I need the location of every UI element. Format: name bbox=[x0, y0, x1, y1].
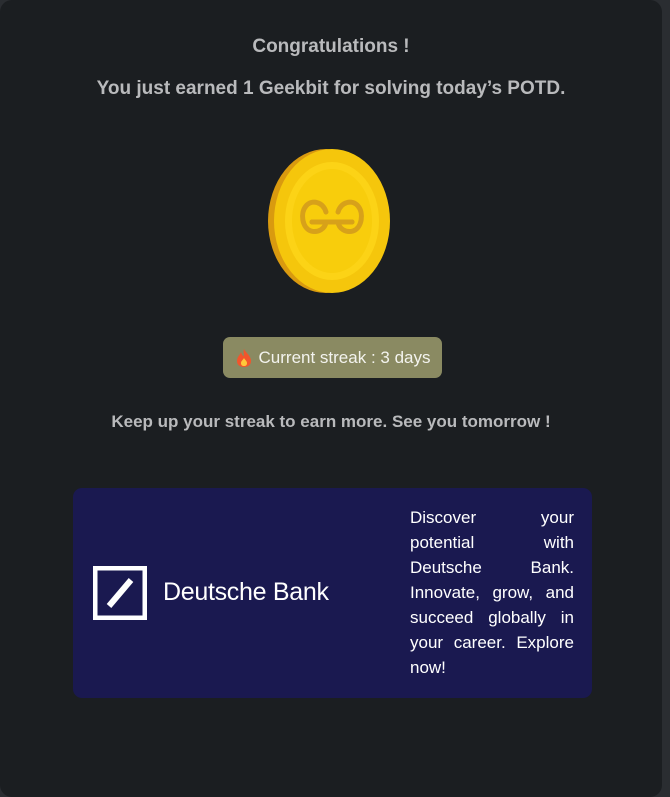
deutsche-bank-ad-banner[interactable]: Deutsche Bank Discover your potential wi… bbox=[73, 488, 592, 698]
modal-title: Congratulations ! bbox=[252, 36, 410, 57]
ad-description: Discover your potential with Deutsche Ba… bbox=[410, 508, 574, 677]
ad-brand-name: Deutsche Bank bbox=[163, 578, 329, 606]
current-streak-badge: Current streak : 3 days bbox=[223, 337, 442, 378]
deutsche-bank-logo bbox=[93, 566, 147, 620]
fire-icon bbox=[236, 348, 251, 367]
streak-encouragement: Keep up your streak to earn more. See yo… bbox=[111, 412, 551, 431]
potd-reward-modal: Congratulations ! You just earned 1 Geek… bbox=[0, 0, 662, 797]
streak-label: Current streak : 3 days bbox=[258, 347, 431, 367]
reward-message: You just earned 1 Geekbit for solving to… bbox=[96, 78, 566, 99]
geeksforgeeks-coin-icon bbox=[268, 149, 390, 293]
